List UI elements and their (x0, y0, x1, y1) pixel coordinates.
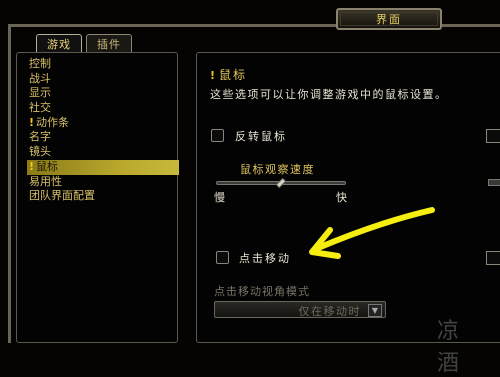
click-to-move-label: 点击移动 (239, 252, 291, 265)
window-title-text: 界面 (376, 13, 402, 26)
look-speed-label: 鼠标观察速度 (240, 163, 315, 176)
warning-icon: ! (210, 69, 218, 82)
category-label: 显示 (29, 86, 51, 100)
click-to-move-checkbox[interactable] (216, 251, 229, 264)
look-speed-slider[interactable] (216, 177, 346, 189)
category-list: 控制 战斗 显示 社交 ! 动作条 名字 镜头 ! 鼠标 易用性 团队界面配置 (27, 57, 179, 204)
right-column-slider[interactable] (488, 179, 500, 186)
category-camera[interactable]: 镜头 (29, 145, 179, 160)
right-column-checkbox[interactable] (486, 129, 500, 143)
category-accessibility[interactable]: 易用性 (29, 175, 179, 190)
category-social[interactable]: 社交 (29, 101, 179, 116)
category-label: 团队界面配置 (29, 189, 95, 203)
tab-game[interactable]: 游戏 (36, 34, 82, 52)
category-mouse[interactable]: ! 鼠标 (27, 159, 179, 175)
section-title-text: 鼠标 (219, 68, 248, 82)
category-label: 易用性 (29, 174, 62, 188)
category-display[interactable]: 显示 (29, 86, 179, 101)
dropdown-value: 仅在移动时 (298, 305, 361, 318)
right-column-checkbox-2[interactable] (486, 251, 500, 265)
click-move-camera-dropdown[interactable]: 仅在移动时 ▼ (214, 301, 386, 318)
watermark-text: 凉 酒 (437, 319, 466, 376)
category-label: 控制 (29, 57, 51, 70)
category-label: 名字 (29, 130, 51, 144)
category-label: 鼠标 (36, 159, 59, 173)
tab-addons[interactable]: 插件 (86, 34, 132, 52)
warning-icon: ! (29, 159, 35, 173)
section-title: ! 鼠标 (210, 66, 247, 83)
category-panel: 控制 战斗 显示 社交 ! 动作条 名字 镜头 ! 鼠标 易用性 团队界面配置 (16, 52, 179, 343)
category-raid-profiles[interactable]: 团队界面配置 (29, 189, 179, 204)
chevron-down-icon[interactable]: ▼ (368, 304, 382, 317)
click-move-camera-label: 点击移动视角模式 (214, 285, 310, 298)
warning-icon: ! (29, 115, 35, 129)
category-names[interactable]: 名字 (29, 130, 179, 145)
category-label: 镜头 (29, 145, 51, 159)
slider-min-label: 慢 (214, 191, 225, 204)
section-description: 这些选项可以让你调整游戏中的鼠标设置。 (210, 88, 448, 101)
category-label: 动作条 (36, 115, 70, 129)
category-label: 战斗 (29, 71, 51, 85)
category-controls[interactable]: 控制 (29, 57, 179, 72)
category-combat[interactable]: 战斗 (29, 72, 179, 87)
category-action-bars[interactable]: ! 动作条 (29, 116, 179, 131)
annotation-arrow-icon (309, 207, 435, 259)
category-label: 社交 (29, 101, 51, 115)
window-title: 界面 (336, 8, 442, 30)
invert-mouse-checkbox[interactable] (211, 129, 224, 142)
invert-mouse-label: 反转鼠标 (235, 130, 287, 143)
